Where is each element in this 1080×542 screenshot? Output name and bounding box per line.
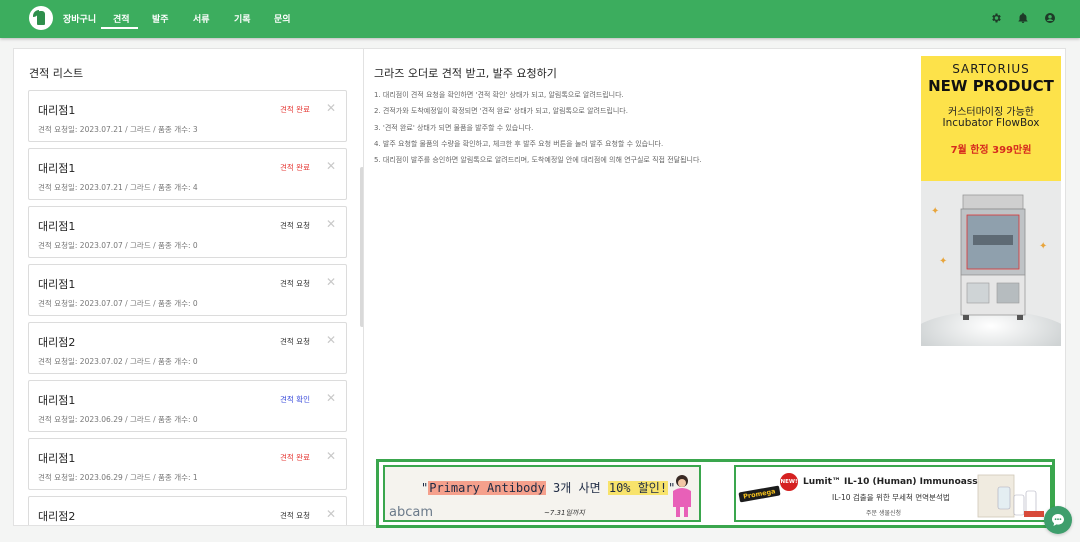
quote-card-meta: 견적 요청일: 2023.07.21 / 그라드 / 품종 개수: 4	[38, 183, 198, 192]
quote-card-name: 대리점1	[38, 104, 76, 117]
gear-icon[interactable]	[989, 12, 1002, 25]
quote-status-badge: 견적 확인	[280, 395, 310, 404]
quote-card-meta: 견적 요청일: 2023.06.29 / 그라드 / 품종 개수: 1	[38, 473, 198, 482]
quote-card[interactable]: 대리점2 견적 요청 ✕	[28, 496, 347, 525]
promega-subtitle: IL-10 검출을 위한 무세척 면역분석법	[832, 493, 950, 502]
guide-step: 1. 대리점이 견적 요청을 확인하면 '견적 확인' 상태가 되고, 알림톡으…	[374, 91, 624, 99]
nav-tab-history[interactable]: 기록	[234, 12, 251, 25]
chat-icon	[1052, 514, 1064, 526]
close-icon[interactable]: ✕	[326, 333, 336, 347]
quote-card[interactable]: 대리점1 견적 요청일: 2023.06.29 / 그라드 / 품종 개수: 1…	[28, 438, 347, 490]
quote-card[interactable]: 대리점2 견적 요청일: 2023.07.02 / 그라드 / 품종 개수: 0…	[28, 322, 347, 374]
character-illustration	[673, 475, 691, 517]
ad-headline: NEW PRODUCT	[928, 77, 1054, 95]
abcam-banner[interactable]: "Primary Antibody 3개 사면 10% 할인!" ~7.31일까…	[383, 465, 701, 522]
close-icon[interactable]: ✕	[326, 507, 336, 521]
quote-status-badge: 견적 요청	[280, 279, 310, 288]
new-badge: NEW!	[780, 473, 798, 491]
quote-card[interactable]: 대리점1 견적 요청일: 2023.07.07 / 그라드 / 품종 개수: 0…	[28, 264, 347, 316]
quote-status-badge: 견적 완료	[280, 453, 310, 462]
nav-active-indicator	[101, 27, 138, 29]
guide-title: 그라즈 오더로 견적 받고, 발주 요청하기	[374, 67, 557, 80]
ad-price: 7월 한정 399만원	[950, 145, 1032, 156]
close-icon[interactable]: ✕	[326, 217, 336, 231]
quote-status-badge: 견적 요청	[280, 337, 310, 346]
sparkle-icon: ✦	[1039, 241, 1048, 252]
bell-icon[interactable]	[1016, 12, 1029, 25]
bottom-banner-strip: "Primary Antibody 3개 사면 10% 할인!" ~7.31일까…	[376, 459, 1055, 528]
quote-card-meta: 견적 요청일: 2023.07.07 / 그라드 / 품종 개수: 0	[38, 299, 198, 308]
quote-card[interactable]: 대리점1 견적 요청일: 2023.07.07 / 그라드 / 품종 개수: 0…	[28, 206, 347, 258]
app-logo[interactable]	[29, 6, 53, 30]
quote-card[interactable]: 대리점1 견적 요청일: 2023.06.29 / 그라드 / 품종 개수: 0…	[28, 380, 347, 432]
chat-button[interactable]	[1044, 506, 1072, 534]
ad-subtitle: 커스터마이징 가능한	[948, 107, 1034, 118]
quote-card-name: 대리점1	[38, 394, 76, 407]
incubator-image	[960, 194, 1026, 320]
quote-status-badge: 견적 완료	[280, 163, 310, 172]
nav-tab-quote[interactable]: 견적	[113, 12, 130, 25]
abcam-deadline: ~7.31일까지	[544, 509, 585, 517]
nav-tab-documents[interactable]: 서류	[193, 12, 210, 25]
close-icon[interactable]: ✕	[326, 275, 336, 289]
quote-list-panel: 견적 리스트 대리점1 견적 요청일: 2023.07.21 / 그라드 / 품…	[13, 48, 364, 526]
quote-card-name: 대리점1	[38, 452, 76, 465]
quote-card-meta: 견적 요청일: 2023.06.29 / 그라드 / 품종 개수: 0	[38, 415, 198, 424]
guide-step: 2. 견적가와 도착예정일이 확정되면 '견적 완료' 상태가 되고, 알림톡으…	[374, 107, 628, 115]
ad-brand-logo: SARTORIUS	[952, 62, 1030, 76]
quote-card-meta: 견적 요청일: 2023.07.07 / 그라드 / 품종 개수: 0	[38, 241, 198, 250]
top-navbar: 장바구니 견적 발주 서류 기록 문의	[0, 0, 1080, 38]
sparkle-icon: ✦	[931, 206, 940, 217]
promega-banner[interactable]: Promega NEW! Lumit™ IL-10 (Human) Immuno…	[734, 465, 1052, 522]
guide-step: 4. 발주 요청할 물품의 수량을 확인하고, 체크한 후 발주 요청 버튼을 …	[374, 140, 664, 148]
quote-status-badge: 견적 완료	[280, 105, 310, 114]
close-icon[interactable]: ✕	[326, 159, 336, 173]
quote-status-badge: 견적 요청	[280, 221, 310, 230]
sparkle-icon: ✦	[939, 256, 948, 267]
guide-step: 5. 대리점이 발주를 승인하면 알림톡으로 알려드리며, 도착예정일 안에 대…	[374, 156, 702, 164]
nav-tab-inquiry[interactable]: 문의	[274, 12, 291, 25]
promega-note: 주문 생물신청	[866, 510, 902, 517]
logo-mark-icon	[37, 11, 45, 25]
quote-card[interactable]: 대리점1 견적 요청일: 2023.07.21 / 그라드 / 품종 개수: 3…	[28, 90, 347, 142]
close-icon[interactable]: ✕	[326, 101, 336, 115]
nav-tab-order[interactable]: 발주	[152, 12, 169, 25]
close-icon[interactable]: ✕	[326, 391, 336, 405]
close-icon[interactable]: ✕	[326, 449, 336, 463]
quote-card-meta: 견적 요청일: 2023.07.02 / 그라드 / 품종 개수: 0	[38, 357, 198, 366]
quote-card-meta: 견적 요청일: 2023.07.21 / 그라드 / 품종 개수: 3	[38, 125, 198, 134]
abcam-promo-text: "Primary Antibody 3개 사면 10% 할인!"	[421, 481, 676, 495]
quote-list-title: 견적 리스트	[29, 67, 84, 80]
quote-status-badge: 견적 요청	[280, 511, 310, 520]
abcam-logo: abcam	[389, 505, 433, 520]
promega-logo: Promega	[738, 485, 781, 503]
ad-product-name: Incubator FlowBox	[942, 117, 1040, 129]
sartorius-ad[interactable]: SARTORIUS NEW PRODUCT 커스터마이징 가능한 Incubat…	[921, 56, 1061, 346]
product-image	[977, 474, 1044, 518]
quote-card-name: 대리점1	[38, 220, 76, 233]
ad-scallop-edge	[921, 173, 1061, 189]
quote-card[interactable]: 대리점1 견적 요청일: 2023.07.21 / 그라드 / 품종 개수: 4…	[28, 148, 347, 200]
quote-card-name: 대리점1	[38, 162, 76, 175]
quote-card-name: 대리점2	[38, 336, 76, 349]
promega-title: Lumit™ IL-10 (Human) Immunoassay	[803, 477, 990, 487]
nav-cart[interactable]: 장바구니	[63, 12, 96, 25]
account-icon[interactable]	[1043, 12, 1056, 25]
quote-card-name: 대리점2	[38, 510, 76, 523]
guide-step: 3. '견적 완료' 상태가 되면 물품을 발주할 수 있습니다.	[374, 124, 534, 132]
quote-card-name: 대리점1	[38, 278, 76, 291]
